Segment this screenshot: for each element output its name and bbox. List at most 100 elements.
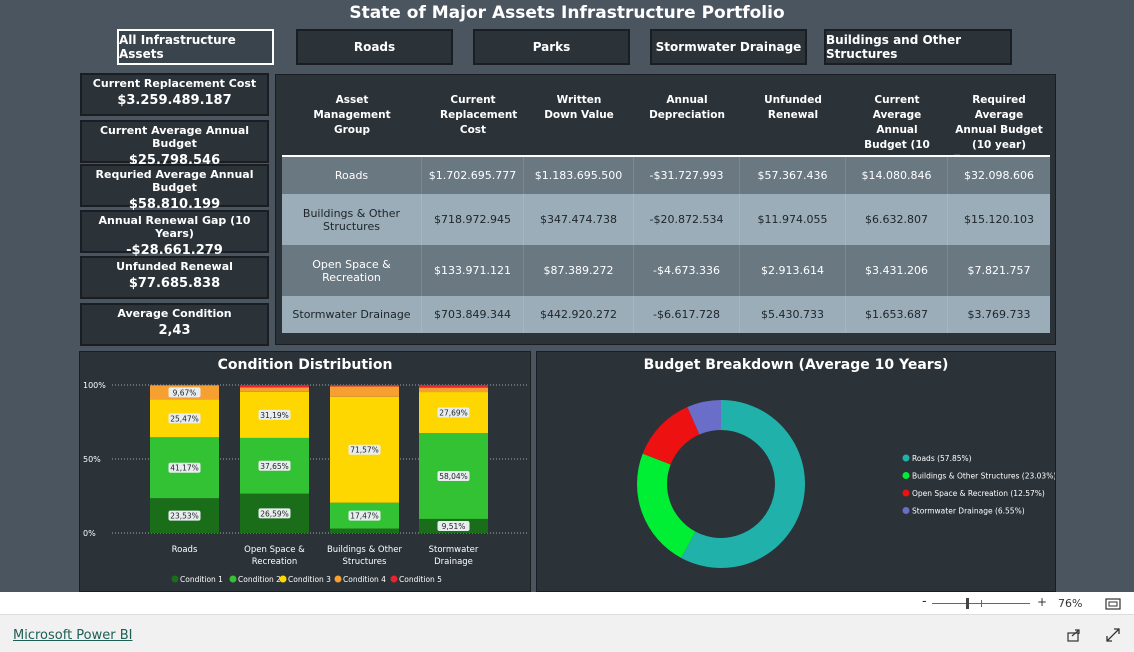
tab-parks[interactable]: Parks: [473, 29, 630, 65]
budget-breakdown-panel: Budget Breakdown (Average 10 Years) Road…: [536, 351, 1056, 592]
bar-segment: [419, 385, 488, 388]
budget-breakdown-donut-chart: Roads (57.85%) Buildings & Other Structur…: [637, 400, 1055, 568]
table-cell: Open Space & Recreation: [282, 245, 422, 296]
table-cell: Roads: [282, 157, 422, 194]
legend-marker: [902, 489, 910, 497]
zoom-slider-handle[interactable]: [966, 598, 969, 609]
column-header-written-down-value[interactable]: Written Down Value: [524, 75, 634, 156]
kpi-card-required-average-annual-budget: Requried Average Annual Budget $58.810.1…: [80, 164, 269, 212]
budget-breakdown-title: Budget Breakdown (Average 10 Years): [643, 357, 949, 373]
y-tick-label: 100%: [83, 381, 106, 390]
tab-buildings-and-other-structures[interactable]: Buildings and Other Structures: [824, 29, 1012, 65]
legend-label: Condition 4: [343, 575, 386, 584]
table-cell: $1.702.695.777: [422, 157, 524, 194]
bar-segment: [330, 385, 399, 387]
legend-marker: [334, 575, 342, 583]
table-cell: $3.769.733: [967, 308, 1031, 321]
tab-roads[interactable]: Roads: [296, 29, 453, 65]
table-cell: $1.653.687: [846, 296, 948, 333]
zoom-level: 76%: [1058, 597, 1083, 610]
x-tick-label: Structures: [343, 557, 388, 567]
kpi-value: $3.259.489.187: [117, 93, 232, 108]
data-label: 17,47%: [350, 512, 379, 521]
table-row-stormwater-drainage[interactable]: Stormwater Drainage $703.849.344 $442.92…: [282, 296, 1050, 333]
table-cell: $1.183.695.500: [524, 157, 634, 194]
data-label: 26,59%: [260, 509, 289, 518]
zoom-bar: - + 76%: [0, 592, 1134, 614]
legend-marker: [390, 575, 398, 583]
legend-label: Condition 1: [180, 575, 223, 584]
table-header: Asset Management Group Current Replaceme…: [282, 75, 1050, 166]
table-row-buildings-and-other-structures[interactable]: Buildings & Other Structures $718.972.94…: [282, 194, 1050, 245]
legend-marker: [279, 575, 287, 583]
kpi-card-current-average-annual-budget: Current Average Annual Budget $25.798.54…: [80, 120, 269, 168]
column-header-required-average-annual-budget[interactable]: Required Average Annual Budget (10 year)…: [948, 75, 1050, 162]
table-cell: -$20.872.534: [634, 194, 740, 245]
zoom-in-button[interactable]: +: [1037, 595, 1047, 609]
fit-to-page-icon[interactable]: [1105, 598, 1121, 610]
table-cell: $3.431.206: [846, 245, 948, 296]
kpi-label: Current Average Annual Budget: [99, 124, 250, 150]
bar-segment: [330, 386, 399, 397]
kpi-card-current-replacement-cost: Current Replacement Cost $3.259.489.187: [80, 73, 269, 116]
data-label: 31,19%: [260, 411, 289, 420]
zoom-out-button[interactable]: -: [922, 594, 927, 609]
kpi-card-annual-renewal-gap: Annual Renewal Gap (10 Years) -$28.661.2…: [80, 210, 269, 258]
data-label: 23,53%: [170, 512, 199, 521]
table-row-roads[interactable]: Roads $1.702.695.777 $1.183.695.500 -$31…: [282, 157, 1050, 194]
legend-label: Buildings & Other Structures (23.03%): [912, 472, 1055, 481]
fullscreen-icon[interactable]: [1105, 627, 1121, 643]
bar-segment: [240, 387, 309, 392]
condition-distribution-title: Condition Distribution: [217, 357, 393, 373]
data-label: 25,47%: [170, 414, 199, 423]
table-cell: $347.474.738: [524, 194, 634, 245]
data-label: 37,65%: [260, 462, 289, 471]
table-cell: Stormwater Drainage: [282, 296, 422, 333]
donut-slice: [637, 453, 696, 558]
table-cell: $32.098.606: [964, 169, 1034, 182]
column-header-current-replacement-cost[interactable]: Current Replacement Cost: [422, 75, 524, 156]
kpi-card-unfunded-renewal: Unfunded Renewal $77.685.838: [80, 256, 269, 299]
donut-slice: [642, 407, 700, 465]
legend-label: Open Space & Recreation (12.57%): [912, 489, 1045, 498]
legend-label: Stormwater Drainage (6.55%): [912, 507, 1025, 516]
x-tick-label: Roads: [172, 545, 198, 555]
legend-marker: [229, 575, 237, 583]
column-header-unfunded-renewal[interactable]: Unfunded Renewal: [740, 75, 846, 156]
zoom-slider-midpoint-tick: [981, 600, 982, 607]
column-header-asset-management-group[interactable]: Asset Management Group: [282, 75, 422, 156]
legend-label: Condition 3: [288, 575, 331, 584]
data-label: 41,17%: [170, 464, 199, 473]
column-header-annual-depreciation[interactable]: Annual Depreciation: [634, 75, 740, 156]
legend-marker: [902, 454, 910, 462]
table-row-open-space-and-recreation[interactable]: Open Space & Recreation $133.971.121 $87…: [282, 245, 1050, 296]
table-cell: $15.120.103: [964, 213, 1034, 226]
legend-marker: [902, 472, 910, 479]
data-label: 9,51%: [442, 522, 466, 531]
kpi-label: Average Condition: [117, 307, 232, 320]
legend-label: Condition 5: [399, 575, 442, 584]
tab-stormwater-drainage[interactable]: Stormwater Drainage: [650, 29, 807, 65]
bar-segment: [240, 385, 309, 388]
tab-all-infrastructure-assets[interactable]: All Infrastructure Assets: [117, 29, 274, 65]
table-cell: $5.430.733: [740, 296, 846, 333]
table-cell: $442.920.272: [524, 296, 634, 333]
table-cell: $87.389.272: [524, 245, 634, 296]
share-icon[interactable]: [1066, 627, 1082, 643]
asset-table: Asset Management Group Current Replaceme…: [275, 74, 1056, 345]
column-header-current-average-annual-budget[interactable]: Current Average Annual Budget (10 year): [846, 75, 948, 166]
power-bi-link[interactable]: Microsoft Power BI: [13, 628, 132, 643]
table-cell: $703.849.344: [422, 296, 524, 333]
table-cell: -$4.673.336: [634, 245, 740, 296]
table-cell: -$31.727.993: [634, 157, 740, 194]
table-cell: Buildings & Other Structures: [282, 194, 422, 245]
table-cell: $718.972.945: [422, 194, 524, 245]
bar-segment: [419, 387, 488, 393]
table-cell: $6.632.807: [846, 194, 948, 245]
x-tick-label: Buildings & Other: [327, 545, 403, 555]
kpi-value: 2,43: [158, 323, 191, 338]
kpi-label: Requried Average Annual Budget: [95, 168, 254, 194]
data-label: 58,04%: [439, 472, 468, 481]
x-tick-label: Stormwater: [429, 545, 479, 555]
x-tick-label: Recreation: [252, 557, 297, 567]
